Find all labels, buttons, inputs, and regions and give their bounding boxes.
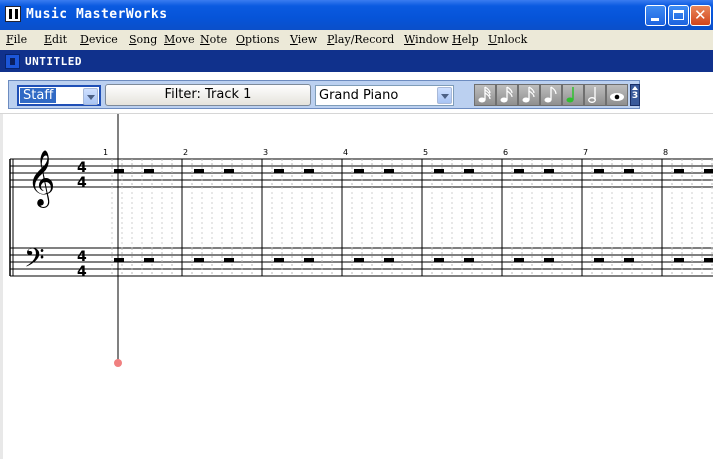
- bass-rest: [144, 258, 154, 262]
- menu-move[interactable]: Move: [164, 33, 195, 46]
- window-title-bar[interactable]: Music MasterWorks ✕: [0, 0, 713, 30]
- sixty-fourth-note-icon: [478, 86, 491, 103]
- chevron-down-icon[interactable]: [83, 88, 98, 105]
- minimize-icon: [651, 18, 659, 21]
- document-title-bar[interactable]: UNTITLED: [0, 50, 713, 72]
- measure-number: 7: [583, 148, 588, 157]
- treble-rest: [384, 169, 394, 173]
- bass-rest: [544, 258, 554, 262]
- menu-song[interactable]: Song: [129, 33, 157, 46]
- menu-help[interactable]: Help: [452, 33, 479, 46]
- half-note-button[interactable]: [584, 84, 606, 106]
- tuplet-spinner[interactable]: 3: [630, 84, 640, 106]
- bass-rest: [704, 258, 713, 262]
- bass-rest: [274, 258, 284, 262]
- treble-rest: [144, 169, 154, 173]
- sixty-fourth-note-button[interactable]: [474, 84, 496, 106]
- bass-clef-icon: 𝄢: [24, 242, 45, 280]
- app-icon: [5, 6, 21, 22]
- eye-icon: [610, 93, 624, 101]
- close-button[interactable]: ✕: [690, 5, 711, 26]
- spinner-value: 3: [631, 91, 639, 101]
- treble-clef-icon: 𝄞: [27, 150, 55, 208]
- spinner-up-icon[interactable]: [632, 86, 638, 90]
- treble-rest: [274, 169, 284, 173]
- window-title: Music MasterWorks: [26, 7, 168, 22]
- menu-bar: File Edit Device Song Move Note Options …: [0, 30, 713, 50]
- treble-rest: [194, 169, 204, 173]
- thirty-second-note-button[interactable]: [496, 84, 518, 106]
- menu-unlock[interactable]: Unlock: [488, 33, 527, 46]
- eighth-note-icon: [544, 86, 557, 103]
- instrument-value: Grand Piano: [319, 88, 399, 103]
- measure-number: 3: [263, 148, 268, 157]
- bass-rest: [624, 258, 634, 262]
- treble-rest: [304, 169, 314, 173]
- score-canvas[interactable]: 𝄞 𝄢 4 4 4 4 1 2 3 4 5 6 7 8: [0, 114, 713, 459]
- bass-rest: [674, 258, 684, 262]
- measure-number: 5: [423, 148, 428, 157]
- measure-number: 2: [183, 148, 188, 157]
- treble-rest: [544, 169, 554, 173]
- menu-play-record[interactable]: Play/Record: [327, 33, 394, 46]
- menu-edit[interactable]: Edit: [44, 33, 67, 46]
- treble-rest: [114, 169, 124, 173]
- menu-view[interactable]: View: [290, 33, 317, 46]
- treble-time-top: 4: [77, 160, 87, 176]
- minimize-button[interactable]: [645, 5, 666, 26]
- bass-time-top: 4: [77, 249, 87, 265]
- bass-rest: [304, 258, 314, 262]
- maximize-icon: [673, 10, 684, 20]
- bass-time-bottom: 4: [77, 264, 87, 280]
- bass-rest: [434, 258, 444, 262]
- document-title: UNTITLED: [25, 55, 82, 68]
- close-icon: ✕: [694, 6, 707, 24]
- bass-rest: [194, 258, 204, 262]
- treble-rest: [224, 169, 234, 173]
- bass-rest: [464, 258, 474, 262]
- quarter-note-button[interactable]: [562, 84, 584, 106]
- sixteenth-note-icon: [522, 86, 535, 103]
- menu-options[interactable]: Options: [236, 33, 279, 46]
- sixteenth-note-button[interactable]: [518, 84, 540, 106]
- instrument-select[interactable]: Grand Piano: [315, 85, 454, 106]
- thirty-second-note-icon: [500, 86, 513, 103]
- chevron-down-icon[interactable]: [437, 87, 452, 104]
- bass-rest: [224, 258, 234, 262]
- eye-button[interactable]: [606, 84, 628, 106]
- bass-rest: [514, 258, 524, 262]
- measure-number: 1: [103, 148, 108, 157]
- treble-rest: [704, 169, 713, 173]
- treble-rest: [624, 169, 634, 173]
- menu-window[interactable]: Window: [404, 33, 449, 46]
- treble-rest: [514, 169, 524, 173]
- view-mode-select[interactable]: Staff: [17, 85, 101, 106]
- treble-rest: [434, 169, 444, 173]
- measure-number: 8: [663, 148, 668, 157]
- filter-button[interactable]: Filter: Track 1: [105, 84, 311, 106]
- bass-rest: [114, 258, 124, 262]
- view-mode-value: Staff: [20, 88, 57, 103]
- maximize-button[interactable]: [668, 5, 689, 26]
- cursor-handle[interactable]: [114, 359, 122, 367]
- treble-rest: [354, 169, 364, 173]
- measures: 1 2 3 4 5 6 7 8: [103, 148, 713, 276]
- menu-device[interactable]: Device: [80, 33, 118, 46]
- measure-number: 6: [503, 148, 508, 157]
- score-toolbar: Staff Filter: Track 1 Grand Piano 3: [8, 80, 640, 109]
- quarter-note-icon: [566, 87, 574, 103]
- treble-rest: [674, 169, 684, 173]
- treble-rest: [594, 169, 604, 173]
- document-icon: [5, 54, 20, 69]
- bass-rest: [594, 258, 604, 262]
- measure-number: 4: [343, 148, 348, 157]
- bass-rest: [354, 258, 364, 262]
- treble-rest: [464, 169, 474, 173]
- treble-time-bottom: 4: [77, 175, 87, 191]
- eighth-note-button[interactable]: [540, 84, 562, 106]
- menu-file[interactable]: File: [6, 33, 27, 46]
- half-note-icon: [588, 87, 596, 103]
- bass-rest: [384, 258, 394, 262]
- menu-note[interactable]: Note: [200, 33, 227, 46]
